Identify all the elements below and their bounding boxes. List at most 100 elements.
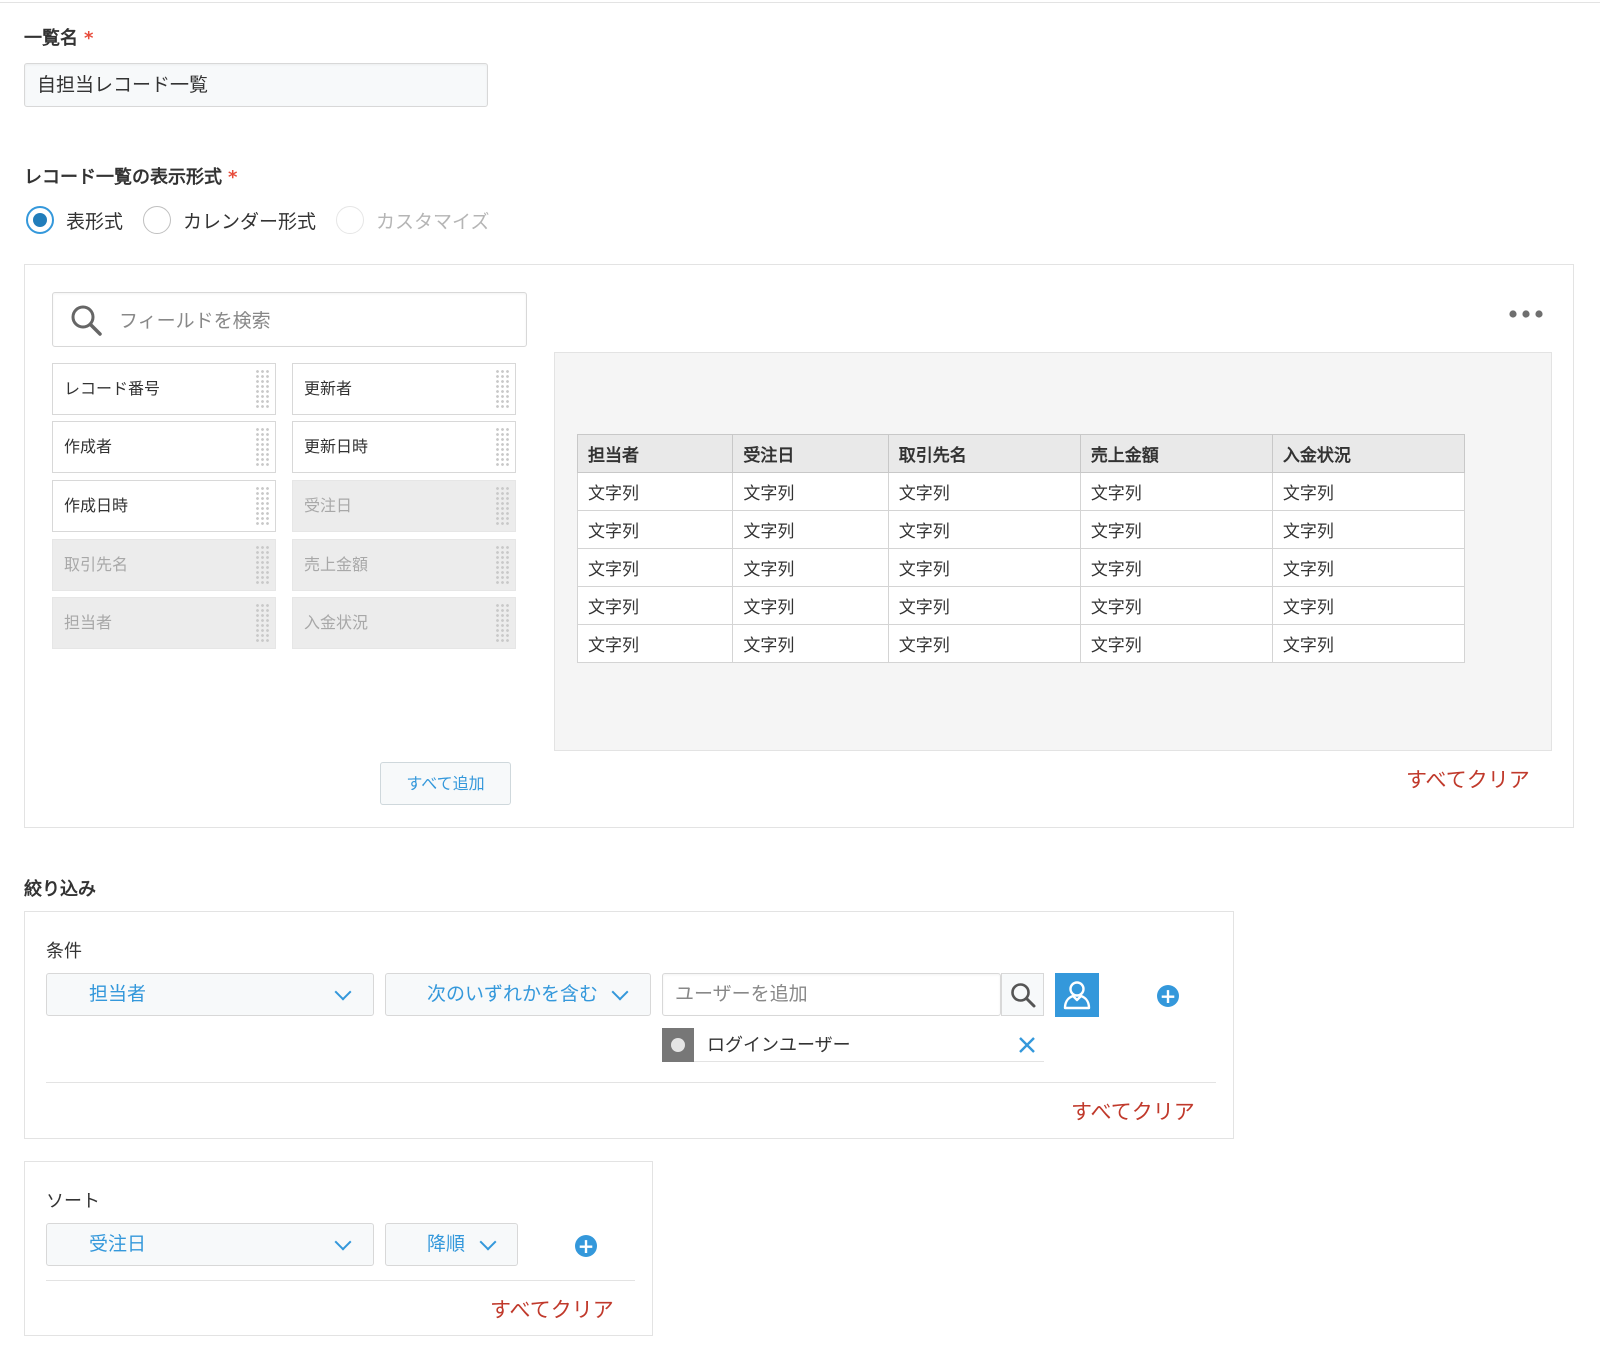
drag-handle-icon bbox=[255, 486, 269, 526]
selected-user-item: ログインユーザー bbox=[662, 1028, 1044, 1062]
table-cell: 文字列 bbox=[1271, 586, 1466, 625]
field-chip-updated-by[interactable]: 更新者 bbox=[292, 363, 516, 415]
table-cell: 文字列 bbox=[732, 624, 889, 663]
chevron-down-icon bbox=[611, 983, 629, 1001]
radio-checked-icon bbox=[26, 206, 54, 234]
column-header[interactable]: 売上金額 bbox=[1079, 434, 1273, 473]
field-search-input[interactable]: フィールドを検索 bbox=[52, 292, 527, 347]
plus-icon: + bbox=[1159, 984, 1177, 1008]
table-cell: 文字列 bbox=[576, 472, 734, 511]
table-cell: 文字列 bbox=[887, 510, 1081, 549]
drag-handle-icon bbox=[495, 603, 509, 643]
table-cell: 文字列 bbox=[887, 472, 1081, 511]
field-chip-label: 担当者 bbox=[64, 613, 113, 632]
preview-table-header-row: 担当者 受注日 取引先名 売上金額 入金状況 bbox=[576, 434, 1466, 473]
field-chip-label: 更新日時 bbox=[304, 437, 369, 456]
table-cell: 文字列 bbox=[1271, 624, 1466, 663]
chevron-down-icon bbox=[334, 1233, 352, 1251]
required-mark: * bbox=[228, 167, 238, 188]
table-cell: 文字列 bbox=[1079, 472, 1273, 511]
column-header[interactable]: 受注日 bbox=[732, 434, 889, 473]
preview-table: 担当者 受注日 取引先名 売上金額 入金状況 文字列 文字列 文字列 文字列 文… bbox=[576, 434, 1466, 663]
radio-unchecked-icon bbox=[143, 206, 172, 234]
list-name-input[interactable]: 自担当レコード一覧 bbox=[24, 63, 488, 107]
drag-handle-icon bbox=[495, 545, 509, 585]
column-header[interactable]: 担当者 bbox=[576, 434, 734, 473]
drag-handle-icon bbox=[255, 369, 269, 409]
user-picker-button[interactable] bbox=[1055, 973, 1099, 1017]
table-cell: 文字列 bbox=[1271, 510, 1466, 549]
field-chip-label: 売上金額 bbox=[304, 555, 369, 574]
sort-order-select-value: 降順 bbox=[427, 1233, 466, 1255]
field-chip-client-name: 取引先名 bbox=[52, 539, 276, 591]
table-cell: 文字列 bbox=[732, 472, 889, 511]
table-cell: 文字列 bbox=[887, 548, 1081, 587]
drag-handle-icon bbox=[255, 545, 269, 585]
user-avatar-dot bbox=[671, 1038, 685, 1052]
add-condition-button[interactable]: + bbox=[1157, 985, 1179, 1007]
table-cell: 文字列 bbox=[1079, 586, 1273, 625]
table-row: 文字列 文字列 文字列 文字列 文字列 bbox=[576, 548, 1466, 587]
column-header[interactable]: 取引先名 bbox=[887, 434, 1081, 473]
field-chip-created-by[interactable]: 作成者 bbox=[52, 421, 276, 473]
login-user-icon bbox=[662, 1028, 694, 1062]
table-cell: 文字列 bbox=[576, 586, 734, 625]
field-chip-label: 更新者 bbox=[304, 379, 353, 398]
field-chip-payment-status: 入金状況 bbox=[292, 597, 516, 649]
table-row: 文字列 文字列 文字列 文字列 文字列 bbox=[576, 624, 1466, 663]
column-header[interactable]: 入金状況 bbox=[1271, 434, 1466, 473]
more-dots-icon bbox=[1509, 310, 1543, 318]
drag-handle-icon bbox=[255, 427, 269, 467]
add-sort-button[interactable]: + bbox=[575, 1235, 597, 1257]
search-icon bbox=[1010, 982, 1035, 1007]
radio-table-format[interactable]: 表形式 bbox=[26, 206, 123, 234]
drag-handle-icon bbox=[495, 369, 509, 409]
drag-handle-icon bbox=[495, 486, 509, 526]
field-chip-label: 入金状況 bbox=[304, 613, 369, 632]
field-chip-record-number[interactable]: レコード番号 bbox=[52, 363, 276, 415]
filter-field-select[interactable]: 担当者 bbox=[46, 973, 374, 1016]
drag-handle-icon bbox=[255, 603, 269, 643]
display-format-radio-group: 表形式 カレンダー形式 カスタマイズ bbox=[26, 206, 509, 234]
more-options-button[interactable] bbox=[1508, 305, 1544, 324]
table-cell: 文字列 bbox=[887, 586, 1081, 625]
radio-label: カレンダー形式 bbox=[183, 210, 317, 233]
plus-icon: + bbox=[577, 1234, 595, 1258]
radio-customize: カスタマイズ bbox=[336, 206, 489, 234]
table-cell: 文字列 bbox=[1079, 548, 1273, 587]
required-mark: * bbox=[84, 28, 94, 49]
filter-divider bbox=[46, 1082, 1216, 1083]
sort-label: ソート bbox=[46, 1191, 100, 1212]
field-chip-label: レコード番号 bbox=[64, 379, 161, 398]
user-search-button[interactable] bbox=[1001, 973, 1044, 1016]
clear-all-columns-link[interactable]: すべてクリア bbox=[1406, 764, 1530, 794]
filter-operator-select[interactable]: 次のいずれかを含む bbox=[385, 973, 651, 1016]
field-chip-label: 作成日時 bbox=[64, 496, 129, 515]
close-icon bbox=[1019, 1037, 1035, 1053]
table-cell: 文字列 bbox=[732, 510, 889, 549]
radio-disabled-icon bbox=[336, 206, 365, 234]
field-chip-label: 受注日 bbox=[304, 496, 353, 515]
radio-calendar-format[interactable]: カレンダー形式 bbox=[143, 206, 316, 234]
user-add-input[interactable]: ユーザーを追加 bbox=[662, 973, 1001, 1016]
search-icon bbox=[71, 305, 102, 336]
filter-section-label: 絞り込み bbox=[24, 879, 96, 900]
clear-all-sort-link[interactable]: すべてクリア bbox=[490, 1294, 614, 1324]
field-chip-updated-at[interactable]: 更新日時 bbox=[292, 421, 516, 473]
field-chip-created-at[interactable]: 作成日時 bbox=[52, 480, 276, 532]
display-format-label: レコード一覧の表示形式 * bbox=[24, 163, 237, 189]
sort-field-select[interactable]: 受注日 bbox=[46, 1223, 374, 1266]
table-row: 文字列 文字列 文字列 文字列 文字列 bbox=[576, 510, 1466, 549]
clear-all-conditions-link[interactable]: すべてクリア bbox=[1071, 1096, 1195, 1126]
display-format-label-text: レコード一覧の表示形式 bbox=[24, 167, 222, 188]
drag-handle-icon bbox=[495, 427, 509, 467]
table-cell: 文字列 bbox=[1271, 548, 1466, 587]
list-name-label-text: 一覧名 bbox=[24, 28, 78, 49]
table-cell: 文字列 bbox=[1271, 472, 1466, 511]
table-cell: 文字列 bbox=[576, 548, 734, 587]
sort-order-select[interactable]: 降順 bbox=[385, 1223, 518, 1266]
remove-user-button[interactable] bbox=[1018, 1036, 1036, 1058]
add-all-fields-button[interactable]: すべて追加 bbox=[380, 762, 511, 805]
chevron-down-icon bbox=[479, 1233, 497, 1251]
table-cell: 文字列 bbox=[732, 586, 889, 625]
